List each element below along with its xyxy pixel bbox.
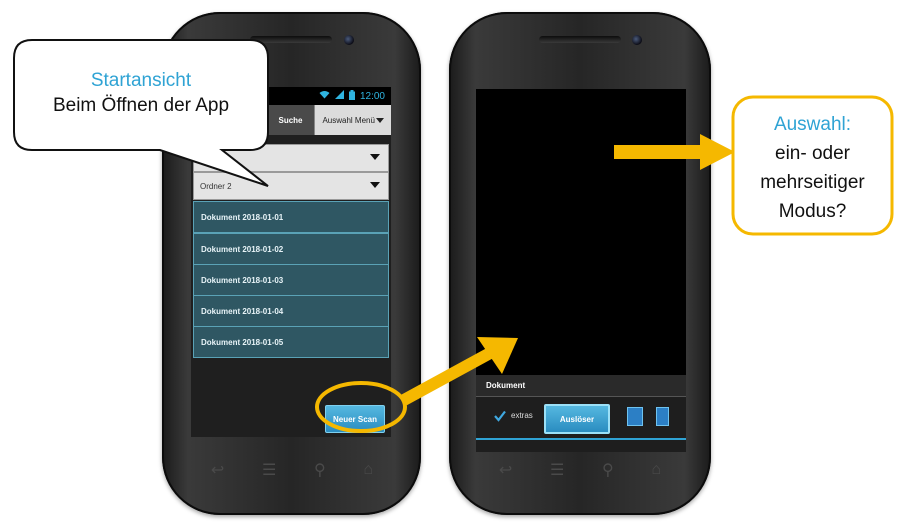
- arrow-horizontal: [614, 145, 702, 159]
- callout-right: Auswahl: ein- oder mehrseitiger Modus?: [735, 110, 890, 226]
- callout-right-title: Auswahl:: [773, 114, 852, 135]
- arrow-horizontal-head: [700, 134, 735, 170]
- callout-left: Startansicht Beim Öffnen der App: [14, 68, 268, 118]
- callout-left-title: Startansicht: [90, 70, 192, 91]
- arrow-diagonal: [401, 346, 495, 406]
- callout-right-line: ein- oder: [775, 143, 850, 164]
- highlight-ellipse: [315, 381, 407, 433]
- callout-right-line: mehrseitiger: [760, 172, 865, 193]
- callout-right-line: Modus?: [778, 201, 847, 222]
- callout-left-text: Beim Öffnen der App: [52, 95, 230, 116]
